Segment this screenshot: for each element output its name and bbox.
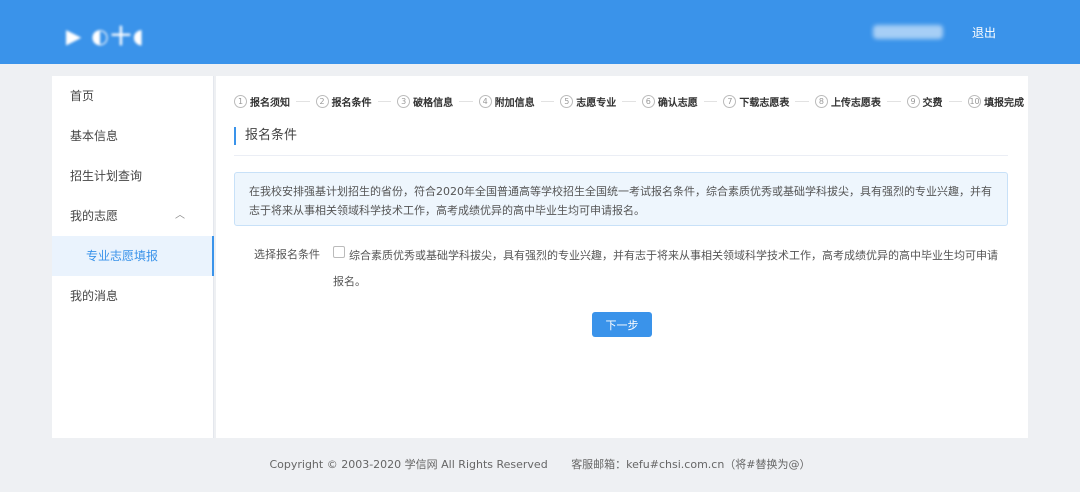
step-2: 2 报名条件 (315, 94, 372, 109)
sidebar-item-enrollment-plan[interactable]: 招生计划查询 (52, 156, 213, 196)
step-number: 7 (723, 94, 737, 108)
site-logo[interactable]: ▶ ◐十◖ (66, 20, 146, 48)
step-connector (703, 100, 718, 102)
top-header: ▶ ◐十◖ 退出 (0, 0, 1080, 64)
step-label: 报名须知 (250, 97, 290, 109)
step-label: 上传志愿表 (830, 97, 881, 109)
step-number: 5 (560, 94, 574, 108)
step-label: 确认志愿 (657, 97, 698, 109)
step-number: 9 (906, 94, 920, 108)
footer: Copyright © 2003-2020 学信网 All Rights Res… (0, 456, 1080, 472)
step-connector (948, 100, 963, 102)
sidebar-item-my-applications[interactable]: 我的志愿 ︿ (52, 196, 213, 236)
step-number: 4 (478, 94, 492, 108)
step-label: 志愿专业 (576, 97, 617, 109)
step-9: 9 交费 (906, 94, 943, 109)
step-number: 10 (968, 94, 982, 108)
sidebar-item-my-messages[interactable]: 我的消息 (52, 276, 213, 316)
sidebar-item-label: 我的志愿 (70, 209, 119, 223)
sidebar-item-home[interactable]: 首页 (52, 76, 213, 116)
step-7: 7 下载志愿表 (723, 94, 789, 109)
step-5: 5 志愿专业 (560, 94, 616, 109)
step-3: 3 破格信息 (397, 94, 453, 109)
condition-text[interactable]: 综合素质优秀或基础学科拔尖，具有强烈的专业兴趣，并有志于将来从事相关领域科学技术… (333, 243, 1005, 295)
step-number: 1 (234, 94, 247, 108)
section-title: 报名条件 (234, 127, 297, 145)
progress-steps: 1 报名须知 2 报名条件 3 破格信息 4 附加信息 5 志愿专业 6 确认志愿 7 下载志… (234, 93, 1024, 109)
condition-label: 选择报名条件 (254, 248, 320, 261)
step-8: 8 上传志愿表 (814, 94, 881, 109)
step-number: 3 (397, 94, 411, 108)
step-label: 下载志愿表 (739, 97, 790, 109)
step-label: 破格信息 (413, 97, 454, 109)
step-4: 4 附加信息 (478, 94, 535, 109)
copyright-text: Copyright © 2003-2020 学信网 All Rights Res… (269, 458, 548, 471)
sidebar: 首页 基本信息 招生计划查询 我的志愿 ︿ 专业志愿填报 我的消息 (52, 76, 214, 438)
step-number: 6 (641, 94, 655, 108)
step-10: 10 填报完成 (968, 94, 1024, 109)
chevron-up-icon: ︿ (175, 210, 185, 221)
step-1: 1 报名须知 (234, 94, 290, 109)
step-connector (459, 100, 473, 102)
step-connector (377, 100, 392, 102)
step-label: 附加信息 (494, 97, 535, 109)
user-name-redacted (873, 25, 943, 39)
support-email: 客服邮箱：kefu#chsi.com.cn（将#替换为@） (571, 458, 811, 471)
step-label: 报名条件 (331, 97, 372, 109)
sidebar-item-basic-info[interactable]: 基本信息 (52, 116, 213, 156)
step-connector (296, 100, 310, 102)
step-connector (540, 100, 555, 102)
divider (234, 155, 1008, 156)
sidebar-item-major-application[interactable]: 专业志愿填报 (52, 236, 214, 276)
step-connector (795, 100, 809, 102)
logout-link[interactable]: 退出 (972, 24, 996, 41)
step-connector (886, 100, 901, 102)
eligibility-notice: 在我校安排强基计划招生的省份，符合2020年全国普通高等学校招生全国统一考试报名… (234, 172, 1008, 226)
step-label: 填报完成 (984, 97, 1025, 109)
step-number: 2 (315, 94, 329, 108)
main-panel: 1 报名须知 2 报名条件 3 破格信息 4 附加信息 5 志愿专业 6 确认志愿 7 下载志… (216, 76, 1028, 438)
step-connector (622, 100, 636, 102)
next-step-button[interactable]: 下一步 (592, 312, 652, 337)
step-label: 交费 (922, 97, 943, 109)
step-number: 8 (814, 94, 828, 108)
step-6: 6 确认志愿 (641, 94, 698, 109)
